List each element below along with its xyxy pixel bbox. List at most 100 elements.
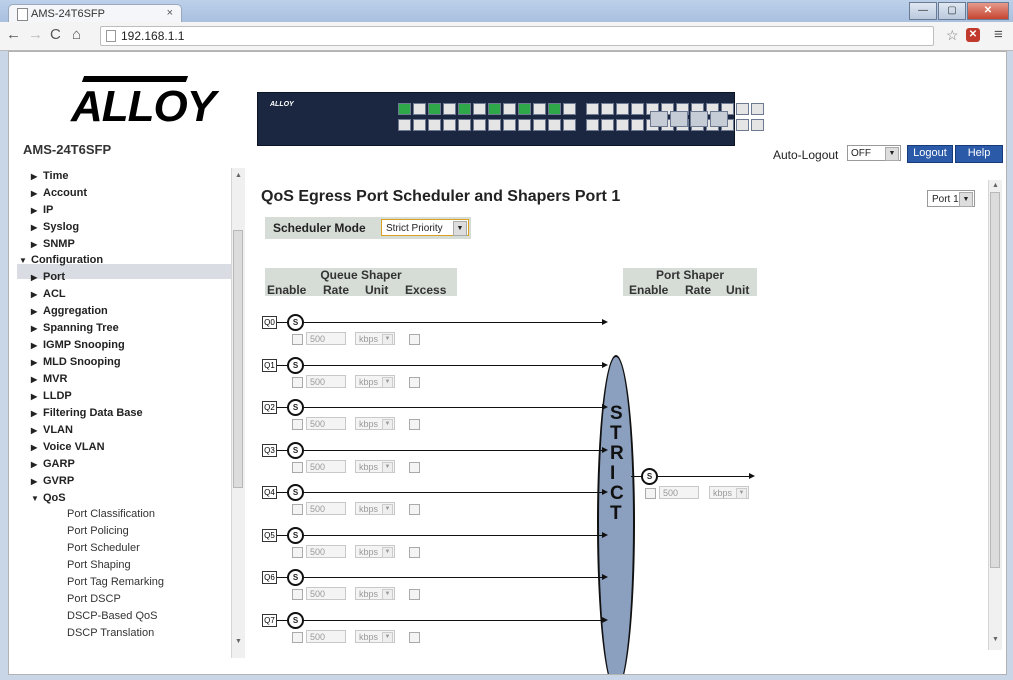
- sidebar-item-voice-vlan[interactable]: ▶ Voice VLAN: [31, 441, 105, 453]
- queue-unit-select[interactable]: kbps ▼: [355, 629, 395, 643]
- scheduler-mode-row: Scheduler Mode Strict Priority ▼: [265, 217, 471, 239]
- sidebar-item-qos[interactable]: ▼ QoS: [31, 492, 66, 504]
- queue-excess-checkbox[interactable]: [409, 546, 420, 558]
- sidebar-subitem-port-classification[interactable]: Port Classification: [67, 508, 155, 520]
- queue-unit-select[interactable]: kbps ▼: [355, 417, 395, 430]
- queue-link-line: [277, 619, 287, 621]
- scroll-up-icon[interactable]: ▲: [235, 172, 242, 179]
- sidebar-subitem-dscp-translation[interactable]: DSCP Translation: [67, 627, 154, 639]
- scheduler-mode-select[interactable]: Strict Priority ▼: [381, 219, 469, 236]
- maximize-button[interactable]: ▢: [938, 2, 966, 20]
- queue-enable-checkbox[interactable]: [292, 419, 303, 430]
- minimize-button[interactable]: —: [909, 2, 937, 20]
- sidebar-subitem-port-shaping[interactable]: Port Shaping: [67, 559, 131, 571]
- sidebar-item-label: Syslog: [43, 221, 80, 233]
- queue-rate-input[interactable]: 500: [306, 374, 346, 388]
- queue-excess-checkbox[interactable]: [409, 419, 420, 430]
- sidebar-subitem-port-tag-remarking[interactable]: Port Tag Remarking: [67, 576, 164, 588]
- queue-unit-select[interactable]: kbps ▼: [355, 587, 395, 600]
- scrollbar-thumb[interactable]: [990, 192, 1000, 568]
- browser-tab[interactable]: AMS-24T6SFP ×: [8, 4, 182, 23]
- queue-unit-select[interactable]: kbps ▼: [355, 459, 395, 473]
- queue-enable-checkbox[interactable]: [292, 504, 303, 515]
- reload-icon[interactable]: C: [50, 26, 61, 43]
- logout-button[interactable]: Logout: [907, 145, 953, 163]
- back-arrow-icon[interactable]: ←: [6, 26, 21, 43]
- queue-rate-input[interactable]: 500: [306, 459, 346, 473]
- sidebar-item-ip[interactable]: ▶ IP: [31, 204, 53, 216]
- sidebar-item-spanning-tree[interactable]: ▶ Spanning Tree: [31, 322, 119, 334]
- queue-scheduler-symbol: S: [287, 569, 304, 586]
- queue-enable-checkbox[interactable]: [292, 546, 303, 558]
- queue-unit-select[interactable]: kbps ▼: [355, 502, 395, 515]
- queue-rate-input[interactable]: 500: [306, 544, 346, 558]
- close-window-button[interactable]: ✕: [967, 2, 1009, 20]
- scroll-down-icon[interactable]: ▼: [235, 638, 242, 645]
- sidebar-item-syslog[interactable]: ▶ Syslog: [31, 221, 79, 233]
- queue-excess-checkbox[interactable]: [409, 376, 420, 388]
- queue-link-line: [277, 534, 287, 536]
- queue-enable-checkbox[interactable]: [292, 334, 303, 345]
- sidebar-item-acl[interactable]: ▶ ACL: [31, 288, 66, 300]
- queue-enable-checkbox[interactable]: [292, 461, 303, 473]
- queue-unit-select[interactable]: kbps ▼: [355, 374, 395, 388]
- sidebar-item-vlan[interactable]: ▶ VLAN: [31, 424, 73, 436]
- sidebar-item-filtering-data-base[interactable]: ▶ Filtering Data Base: [31, 407, 143, 419]
- sidebar-item-mld-snooping[interactable]: ▶ MLD Snooping: [31, 356, 121, 368]
- sidebar-item-account[interactable]: ▶ Account: [31, 187, 87, 199]
- queue-rate-input[interactable]: 500: [306, 629, 346, 643]
- queue-output-line: [304, 534, 604, 536]
- sidebar-item-port[interactable]: ▶ Port: [31, 271, 65, 283]
- port-shaper-unit-select[interactable]: kbps ▼: [709, 486, 749, 499]
- tab-close-icon[interactable]: ×: [167, 7, 173, 19]
- queue-excess-checkbox[interactable]: [409, 504, 420, 515]
- sidebar-item-aggregation[interactable]: ▶ Aggregation: [31, 305, 108, 317]
- queue-unit-select[interactable]: kbps ▼: [355, 332, 395, 345]
- browser-toolbar: ← → C ⌂ 192.168.1.1: [0, 22, 1013, 51]
- sidebar-subitem-dscp-based-qos[interactable]: DSCP-Based QoS: [67, 610, 157, 622]
- help-button[interactable]: Help: [955, 145, 1003, 163]
- sidebar-item-mvr[interactable]: ▶ MVR: [31, 373, 67, 385]
- main-scrollbar[interactable]: ▲ ▼: [988, 180, 1002, 650]
- address-bar[interactable]: 192.168.1.1: [100, 26, 934, 46]
- queue-excess-checkbox[interactable]: [409, 631, 420, 643]
- queue-enable-checkbox[interactable]: [292, 376, 303, 388]
- home-icon[interactable]: ⌂: [72, 26, 81, 43]
- queue-rate-input[interactable]: 500: [306, 332, 346, 345]
- sidebar-scrollbar[interactable]: ▲ ▼: [231, 168, 245, 658]
- scrollbar-thumb[interactable]: [233, 230, 243, 488]
- queue-rate-input[interactable]: 500: [306, 417, 346, 430]
- forward-arrow-icon[interactable]: →: [28, 26, 43, 43]
- sidebar-item-snmp[interactable]: ▶ SNMP: [31, 238, 75, 250]
- extension-icon[interactable]: ✕: [966, 28, 980, 42]
- auto-logout-select[interactable]: OFF ▼: [847, 145, 901, 161]
- queue-excess-checkbox[interactable]: [409, 589, 420, 600]
- queue-excess-checkbox[interactable]: [409, 461, 420, 473]
- sidebar-item-igmp-snooping[interactable]: ▶ IGMP Snooping: [31, 339, 125, 351]
- collapsed-arrow-icon: ▶: [31, 172, 38, 181]
- queue-unit-select[interactable]: kbps ▼: [355, 544, 395, 558]
- queue-excess-checkbox[interactable]: [409, 334, 420, 345]
- collapsed-arrow-icon: ▶: [31, 307, 38, 316]
- sidebar-item-configuration[interactable]: ▼ Configuration: [19, 254, 103, 266]
- sidebar-subitem-port-dscp[interactable]: Port DSCP: [67, 593, 121, 605]
- sidebar-subitem-port-policing[interactable]: Port Policing: [67, 525, 129, 537]
- sidebar-subitem-port-scheduler[interactable]: Port Scheduler: [67, 542, 140, 554]
- sidebar-item-time[interactable]: ▶ Time: [31, 170, 68, 182]
- queue-enable-checkbox[interactable]: [292, 631, 303, 643]
- sidebar-item-lldp[interactable]: ▶ LLDP: [31, 390, 72, 402]
- queue-enable-checkbox[interactable]: [292, 589, 303, 600]
- bookmark-star-icon[interactable]: ☆: [946, 27, 959, 44]
- queue-output-line: [304, 407, 604, 408]
- sidebar-item-gvrp[interactable]: ▶ GVRP: [31, 475, 74, 487]
- collapsed-arrow-icon: ▶: [31, 240, 38, 249]
- port-shaper-rate-input[interactable]: 500: [659, 486, 699, 499]
- browser-menu-icon[interactable]: ≡: [994, 26, 1003, 43]
- queue-rate-input[interactable]: 500: [306, 502, 346, 515]
- scroll-up-icon[interactable]: ▲: [992, 182, 999, 189]
- port-select[interactable]: Port 1 ▼: [927, 190, 975, 207]
- port-shaper-enable-checkbox[interactable]: [645, 488, 656, 499]
- sidebar-item-garp[interactable]: ▶ GARP: [31, 458, 75, 470]
- scroll-down-icon[interactable]: ▼: [992, 636, 999, 643]
- queue-rate-input[interactable]: 500: [306, 587, 346, 600]
